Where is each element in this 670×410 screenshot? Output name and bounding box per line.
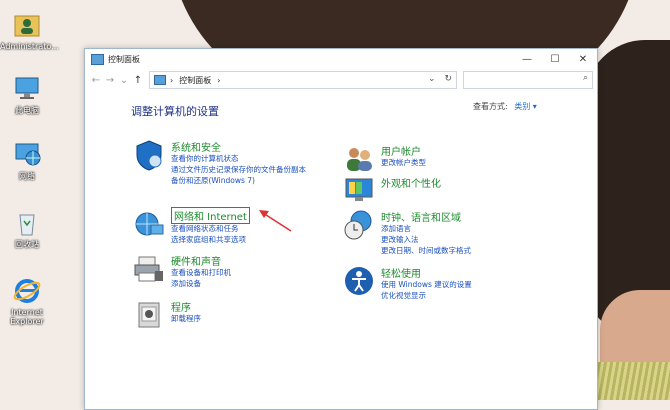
control-panel-content: 调整计算机的设置 查看方式: 类别 ▾ 系统和安全 查看你的计算机状态 通过文件… — [85, 91, 597, 391]
link-change-account-type[interactable]: 更改帐户类型 — [381, 157, 426, 168]
annotation-arrow-icon — [259, 210, 292, 232]
view-by: 查看方式: 类别 ▾ — [473, 101, 537, 112]
link-homegroup-sharing[interactable]: 选择家庭组和共享选项 — [171, 234, 246, 245]
link-optimize-visual-display[interactable]: 优化视觉显示 — [381, 290, 426, 301]
link-add-language[interactable]: 添加语言 — [381, 223, 411, 234]
users-icon — [343, 143, 375, 175]
programs-icon — [133, 299, 165, 331]
control-panel-window: 控制面板 — ☐ ✕ ← → ⌄ ↑ › 控制面板 › ⌄ ↻ ⌕ 调整计算机的… — [84, 48, 598, 410]
monitor-icon — [343, 175, 375, 207]
page-heading: 调整计算机的设置 — [131, 105, 219, 118]
wallpaper-fur — [595, 362, 670, 400]
search-icon[interactable]: ⌕ — [583, 73, 588, 83]
minimize-button[interactable]: — — [513, 49, 541, 69]
breadcrumb-control-panel[interactable]: 控制面板 — [179, 75, 211, 86]
navigation-bar: ← → ⌄ ↑ › 控制面板 › ⌄ ↻ ⌕ — [85, 69, 597, 91]
category-title[interactable]: 网络和 Internet — [171, 207, 250, 224]
maximize-button[interactable]: ☐ — [541, 49, 569, 69]
view-by-dropdown[interactable]: 类别 ▾ — [514, 102, 537, 111]
category-title[interactable]: 外观和个性化 — [381, 175, 441, 190]
desktop-icon-network[interactable]: 网络 — [0, 140, 54, 181]
computer-icon — [12, 74, 42, 104]
address-dropdown-icon[interactable]: ⌄ — [428, 74, 436, 84]
close-button[interactable]: ✕ — [569, 49, 597, 69]
refresh-icon[interactable]: ↻ — [444, 74, 452, 84]
clock-globe-icon — [343, 209, 375, 241]
window-title: 控制面板 — [108, 54, 140, 64]
link-network-status[interactable]: 查看网络状态和任务 — [171, 223, 239, 234]
category-title[interactable]: 硬件和声音 — [171, 253, 221, 268]
search-input[interactable]: ⌕ — [463, 71, 593, 89]
control-panel-icon — [91, 53, 104, 65]
category-title[interactable]: 程序 — [171, 299, 191, 314]
ie-icon — [12, 276, 42, 306]
link-devices-printers[interactable]: 查看设备和打印机 — [171, 267, 231, 278]
network-icon — [12, 140, 42, 170]
back-button[interactable]: ← — [89, 75, 103, 86]
category-title[interactable]: 轻松使用 — [381, 265, 421, 280]
link-view-computer-status[interactable]: 查看你的计算机状态 — [171, 153, 239, 164]
printer-icon — [133, 253, 165, 285]
address-bar[interactable]: › 控制面板 › ⌄ ↻ — [149, 71, 457, 89]
view-by-label: 查看方式: — [473, 102, 508, 111]
link-change-date-time-format[interactable]: 更改日期、时间或数字格式 — [381, 245, 471, 256]
category-title[interactable]: 用户帐户 — [381, 143, 421, 158]
desktop-icon-this-pc[interactable]: 此电脑 — [0, 74, 54, 115]
accessibility-icon — [343, 265, 375, 297]
link-file-history-backup[interactable]: 通过文件历史记录保存你的文件备份副本 — [171, 164, 306, 175]
link-add-device[interactable]: 添加设备 — [171, 278, 201, 289]
category-title[interactable]: 系统和安全 — [171, 139, 221, 154]
breadcrumb-separator: › — [217, 75, 221, 85]
shield-icon — [133, 139, 165, 171]
link-change-input-method[interactable]: 更改输入法 — [381, 234, 419, 245]
desktop-icon-administrator[interactable]: Administrato... — [0, 10, 59, 51]
link-backup-restore[interactable]: 备份和还原(Windows 7) — [171, 175, 255, 186]
forward-button[interactable]: → — [103, 75, 117, 86]
recycle-bin-icon — [12, 208, 42, 238]
user-folder-icon — [12, 10, 42, 40]
recent-locations-button[interactable]: ⌄ — [117, 75, 131, 86]
up-button[interactable]: ↑ — [131, 75, 145, 86]
network-globe-icon — [133, 209, 165, 241]
desktop-icon-recycle-bin[interactable]: 回收站 — [0, 208, 54, 249]
link-windows-suggested-settings[interactable]: 使用 Windows 建议的设置 — [381, 279, 472, 290]
control-panel-icon — [154, 75, 166, 85]
link-uninstall-program[interactable]: 卸载程序 — [171, 313, 201, 324]
breadcrumb-separator: › — [170, 75, 174, 85]
desktop-icon-internet-explorer[interactable]: Internet Explorer — [0, 276, 54, 326]
title-bar[interactable]: 控制面板 — ☐ ✕ — [85, 49, 597, 69]
address-controls: ⌄ ↻ — [428, 74, 452, 84]
category-title[interactable]: 时钟、语言和区域 — [381, 209, 461, 224]
